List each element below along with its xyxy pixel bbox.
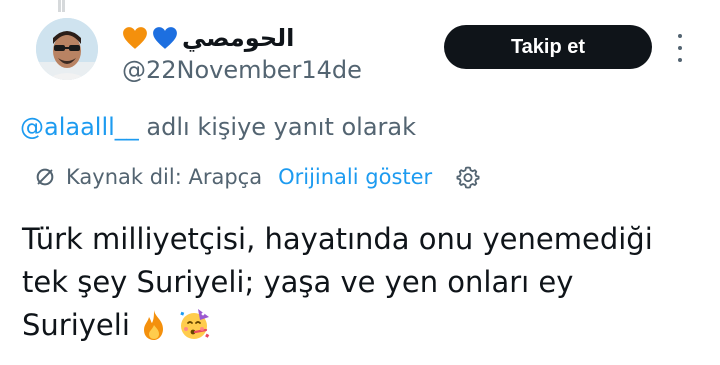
- reply-context-text: adlı kişiye yanıt olarak: [138, 113, 417, 141]
- tweet-text: Türk milliyetçisi, hayatında onu yenemed…: [22, 218, 712, 347]
- thread-line: [62, 0, 65, 12]
- reply-context: @alaalll__ adlı kişiye yanıt olarak: [20, 113, 416, 141]
- fire-icon: [144, 310, 164, 340]
- avatar[interactable]: [36, 18, 98, 80]
- translation-row: Kaynak dil: Arapça Orijinali göster: [34, 160, 480, 194]
- tweet-line: Türk milliyetçisi, hayatında onu yenemed…: [22, 222, 653, 256]
- thread-line: [58, 0, 61, 12]
- party-face-icon: [180, 309, 210, 339]
- tweet-line: tek şey Suriyeli; yaşa ve yen onları ey: [22, 265, 574, 299]
- user-handle[interactable]: @22November14de: [122, 56, 362, 84]
- reply-mention-link[interactable]: @alaalll__: [20, 113, 139, 141]
- display-name: الحومصي: [182, 24, 295, 52]
- author-name-row[interactable]: الحومصي: [122, 20, 294, 56]
- show-original-link[interactable]: Orijinali göster: [278, 165, 432, 189]
- follow-button[interactable]: Takip et: [444, 25, 652, 69]
- source-language-label: Kaynak dil: Arapça: [66, 165, 263, 189]
- previous-item-edge: [0, 0, 720, 14]
- tweet-line: Suriyeli: [22, 308, 130, 342]
- orange-heart-icon: [123, 27, 147, 49]
- tweet-line-last: Suriyeli: [22, 304, 712, 347]
- more-options-icon[interactable]: [672, 34, 688, 62]
- gear-icon[interactable]: [456, 165, 480, 189]
- translate-icon: [36, 168, 54, 186]
- blue-heart-icon: [153, 27, 177, 49]
